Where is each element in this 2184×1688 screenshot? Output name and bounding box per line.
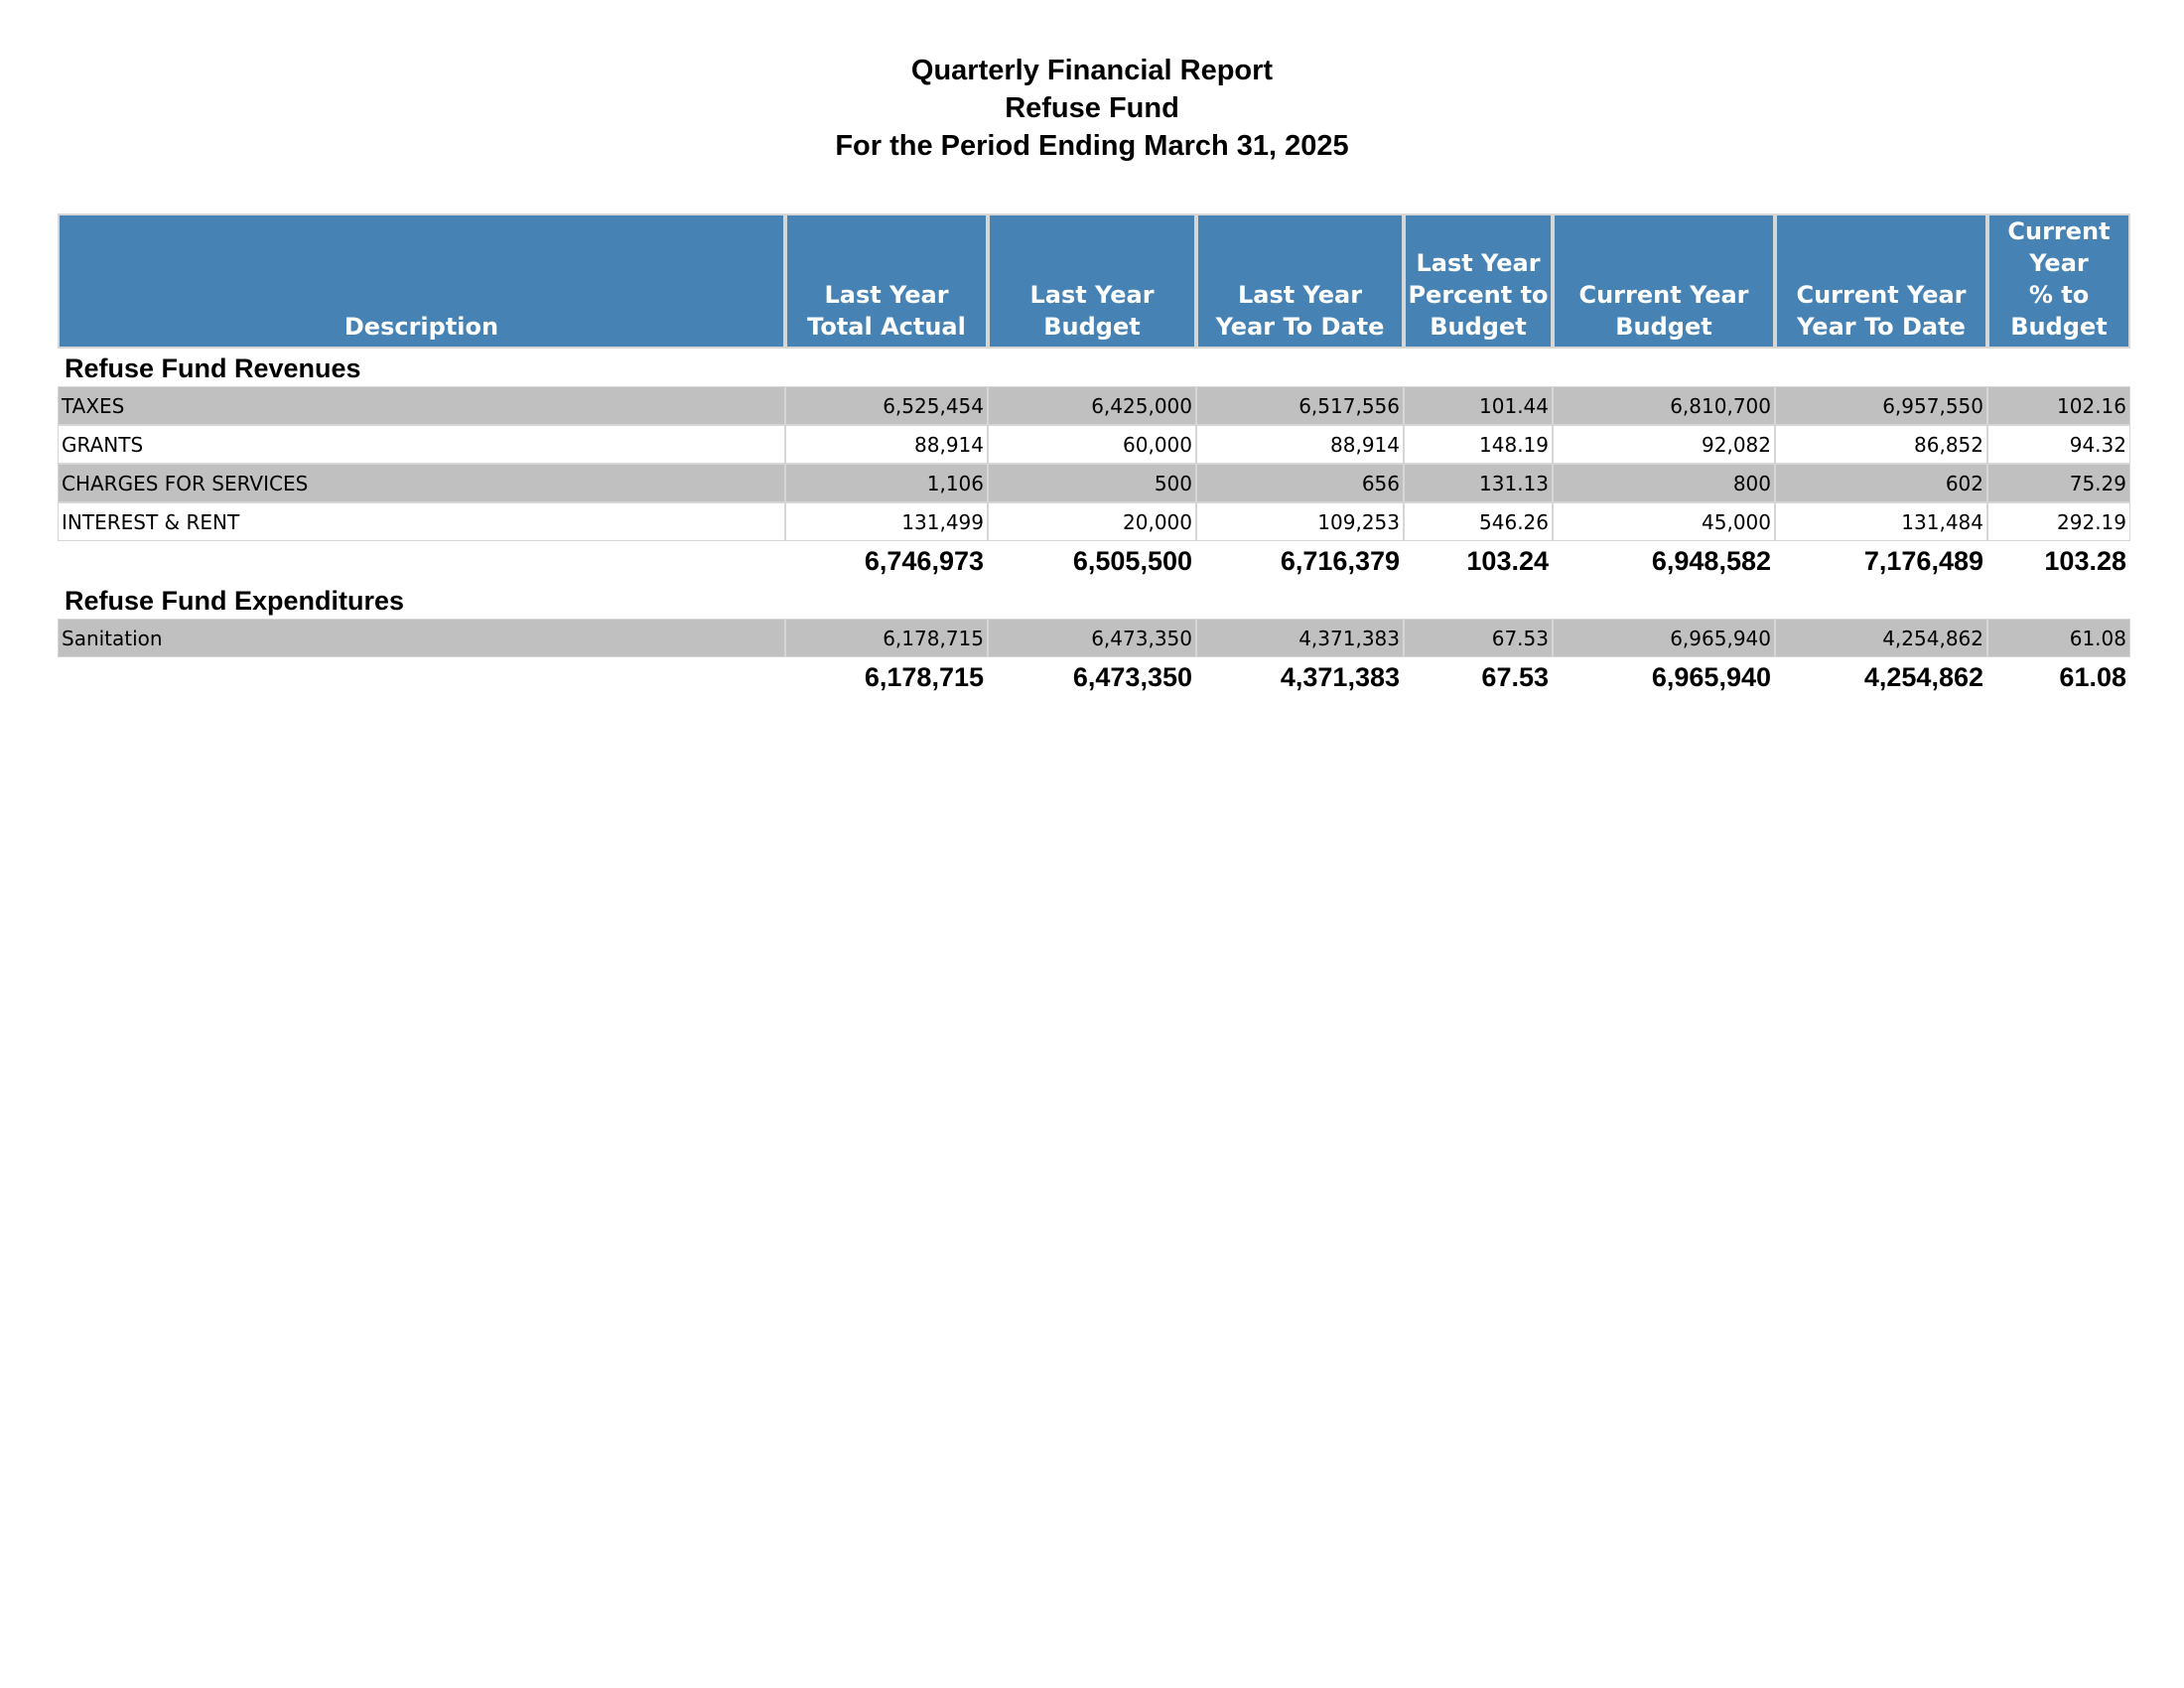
total-cy-budget: 6,948,582 (1651, 545, 1771, 576)
total-ly-percent: 67.53 (1481, 661, 1549, 692)
cell-ly-percent: 148.19 (1404, 425, 1553, 464)
section-heading-expenditures: Refuse Fund Expenditures (65, 586, 405, 616)
cell-cy-percent: 102.16 (1987, 386, 2130, 425)
total-label-spacer (58, 657, 785, 697)
cell-ly-budget: 60,000 (988, 425, 1196, 464)
cell-cy-budget: 800 (1553, 464, 1775, 502)
col-header-line: Year To Date (1215, 313, 1385, 341)
cell-cy-percent: 61.08 (1987, 619, 2130, 657)
cell-cy-budget: 6,810,700 (1553, 386, 1775, 425)
row-label: INTEREST & RENT (58, 502, 785, 541)
col-header-last-year-total-actual: Last Year Total Actual (785, 213, 988, 349)
financial-report-table: Description Last Year Total Actual Last … (58, 213, 2130, 697)
cell-ly-total-actual: 1,106 (785, 464, 988, 502)
cell-ly-total-actual: 6,525,454 (785, 386, 988, 425)
col-header-line: % to (2028, 281, 2090, 309)
col-header-line: Total Actual (807, 313, 966, 341)
cell-ly-budget: 6,425,000 (988, 386, 1196, 425)
col-header-line: Last Year (1416, 249, 1541, 277)
col-header-description-label: Description (343, 313, 499, 341)
total-cy-percent: 103.28 (2044, 545, 2126, 576)
col-header-last-year-ytd: Last Year Year To Date (1196, 213, 1404, 349)
col-header-line: Current Year (1796, 281, 1967, 309)
cell-ly-percent: 131.13 (1404, 464, 1553, 502)
col-header-last-year-percent: Last Year Percent to Budget (1404, 213, 1553, 349)
row-label: CHARGES FOR SERVICES (58, 464, 785, 502)
cell-cy-budget: 92,082 (1553, 425, 1775, 464)
cell-ly-ytd: 109,253 (1196, 502, 1404, 541)
section-heading-row: Refuse Fund Revenues (58, 349, 2130, 386)
cell-cy-ytd: 6,957,550 (1775, 386, 1987, 425)
col-header-description: Description (58, 213, 785, 349)
table-row: GRANTS 88,914 60,000 88,914 148.19 92,08… (58, 425, 2130, 464)
total-ly-total-actual: 6,746,973 (864, 545, 984, 576)
total-cy-ytd: 7,176,489 (1863, 545, 1983, 576)
cell-ly-budget: 500 (988, 464, 1196, 502)
total-ly-percent: 103.24 (1466, 545, 1549, 576)
table-row: Sanitation 6,178,715 6,473,350 4,371,383… (58, 619, 2130, 657)
cell-ly-ytd: 88,914 (1196, 425, 1404, 464)
section-heading-row: Refuse Fund Expenditures (58, 581, 2130, 619)
cell-ly-total-actual: 131,499 (785, 502, 988, 541)
col-header-line: Budget (1043, 313, 1141, 341)
row-label: TAXES (58, 386, 785, 425)
cell-ly-total-actual: 88,914 (785, 425, 988, 464)
cell-cy-ytd: 602 (1775, 464, 1987, 502)
total-cy-percent: 61.08 (2059, 661, 2126, 692)
col-header-line: Budget (2010, 313, 2108, 341)
table-row: TAXES 6,525,454 6,425,000 6,517,556 101.… (58, 386, 2130, 425)
col-header-line: Year (2029, 249, 2089, 277)
col-header-line: Last Year (1029, 281, 1155, 309)
total-cy-budget: 6,965,940 (1651, 661, 1771, 692)
col-header-current-year-budget: Current Year Budget (1553, 213, 1775, 349)
table-row: INTEREST & RENT 131,499 20,000 109,253 5… (58, 502, 2130, 541)
total-label-spacer (58, 541, 785, 581)
cell-ly-ytd: 4,371,383 (1196, 619, 1404, 657)
col-header-current-year-percent: Current Year % to Budget (1987, 213, 2130, 349)
col-header-line: Last Year (824, 281, 949, 309)
total-ly-ytd: 4,371,383 (1280, 661, 1400, 692)
cell-ly-budget: 6,473,350 (988, 619, 1196, 657)
cell-cy-percent: 75.29 (1987, 464, 2130, 502)
cell-cy-budget: 45,000 (1553, 502, 1775, 541)
cell-cy-ytd: 4,254,862 (1775, 619, 1987, 657)
col-header-line: Percent to (1408, 281, 1549, 309)
col-header-line: Current Year (1578, 281, 1749, 309)
col-header-last-year-budget: Last Year Budget (988, 213, 1196, 349)
revenues-total-row: 6,746,973 6,505,500 6,716,379 103.24 6,9… (58, 541, 2130, 581)
expenditures-total-row: 6,178,715 6,473,350 4,371,383 67.53 6,96… (58, 657, 2130, 697)
total-cy-ytd: 4,254,862 (1863, 661, 1983, 692)
cell-cy-percent: 292.19 (1987, 502, 2130, 541)
col-header-current-year-ytd: Current Year Year To Date (1775, 213, 1987, 349)
fund-name: Refuse Fund (1005, 92, 1179, 124)
col-header-line: Budget (1430, 313, 1527, 341)
col-header-line: Year To Date (1797, 313, 1966, 341)
cell-cy-ytd: 86,852 (1775, 425, 1987, 464)
total-ly-total-actual: 6,178,715 (864, 661, 984, 692)
row-label: GRANTS (58, 425, 785, 464)
report-period: For the Period Ending March 31, 2025 (835, 130, 1349, 162)
col-header-line: Current (2007, 217, 2111, 245)
cell-ly-percent: 546.26 (1404, 502, 1553, 541)
cell-ly-ytd: 656 (1196, 464, 1404, 502)
cell-ly-budget: 20,000 (988, 502, 1196, 541)
table-row: CHARGES FOR SERVICES 1,106 500 656 131.1… (58, 464, 2130, 502)
cell-ly-percent: 101.44 (1404, 386, 1553, 425)
total-ly-budget: 6,473,350 (1072, 661, 1192, 692)
row-label: Sanitation (58, 619, 785, 657)
col-header-line: Budget (1615, 313, 1712, 341)
cell-cy-budget: 6,965,940 (1553, 619, 1775, 657)
report-title: Quarterly Financial Report (910, 55, 1274, 86)
cell-ly-percent: 67.53 (1404, 619, 1553, 657)
header-row: Description Last Year Total Actual Last … (58, 213, 2130, 349)
col-header-line: Last Year (1237, 281, 1363, 309)
cell-cy-ytd: 131,484 (1775, 502, 1987, 541)
total-ly-ytd: 6,716,379 (1280, 545, 1400, 576)
cell-ly-total-actual: 6,178,715 (785, 619, 988, 657)
report-title-block: Quarterly Financial Report Refuse Fund F… (0, 52, 2184, 165)
cell-ly-ytd: 6,517,556 (1196, 386, 1404, 425)
section-heading-revenues: Refuse Fund Revenues (65, 353, 361, 383)
total-ly-budget: 6,505,500 (1072, 545, 1192, 576)
cell-cy-percent: 94.32 (1987, 425, 2130, 464)
